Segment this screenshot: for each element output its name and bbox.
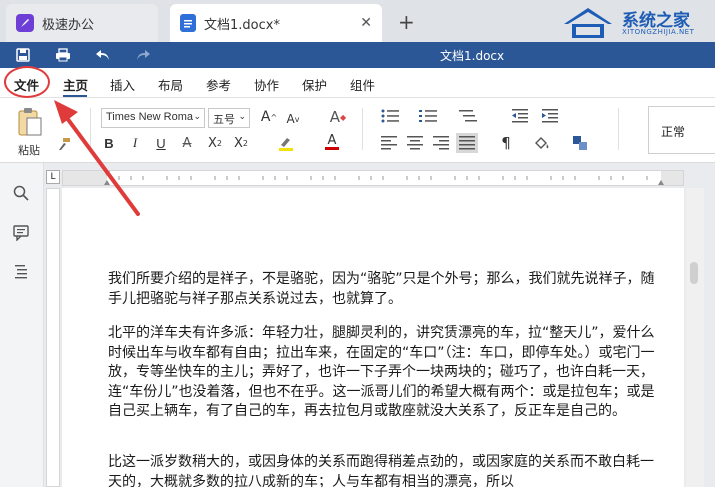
superscript-icon[interactable]: X2 — [206, 134, 224, 152]
justify-icon[interactable] — [456, 133, 478, 153]
tab-app-label: 极速办公 — [42, 17, 95, 33]
style-normal-label: 正常 — [661, 125, 686, 139]
watermark-house-icon — [564, 8, 612, 38]
tab-document-label: 文档1.docx* — [204, 17, 280, 33]
watermark-logo: 系统之家 XITONGZHIJIA.NET — [560, 2, 710, 42]
tab-stop-selector[interactable]: L — [46, 170, 60, 184]
bold-button[interactable]: B — [102, 134, 116, 152]
tab-document[interactable]: 文档1.docx* ✕ — [170, 4, 382, 42]
left-sidebar — [0, 163, 44, 487]
close-tab-icon[interactable]: ✕ — [360, 15, 372, 31]
borders-icon[interactable] — [570, 134, 590, 152]
menu-bar: 文件 主页 插入 布局 参考 协作 保护 组件 — [0, 68, 715, 98]
redo-icon[interactable] — [134, 46, 152, 64]
bullet-list-icon[interactable] — [378, 108, 402, 124]
font-color-icon[interactable]: A — [322, 132, 342, 152]
menu-collab[interactable]: 协作 — [254, 75, 279, 94]
new-tab-button[interactable]: + — [398, 10, 415, 34]
tab-app-home[interactable]: 极速办公 — [6, 4, 158, 42]
navigation-icon[interactable] — [13, 263, 31, 281]
app-rocket-icon — [16, 14, 34, 32]
font-name-select[interactable]: Times New Roma ⌄ — [101, 108, 205, 128]
paste-icon[interactable] — [14, 106, 46, 138]
title-bar: 文档1.docx — [0, 42, 715, 68]
font-size-select[interactable]: 五号 ⌄ — [208, 108, 250, 128]
decrease-indent-icon[interactable] — [510, 108, 530, 124]
shading-icon[interactable] — [532, 134, 552, 152]
menu-insert[interactable]: 插入 — [110, 75, 135, 94]
chevron-down-icon: ⌄ — [193, 111, 201, 121]
paragraph-mark-icon[interactable]: ¶ — [496, 134, 516, 152]
chevron-down-icon: ⌄ — [238, 111, 246, 121]
align-right-icon[interactable] — [432, 135, 450, 151]
font-name-value: Times New Roma — [106, 111, 193, 123]
scrollbar-thumb[interactable] — [690, 262, 698, 284]
menu-home[interactable]: 主页 — [63, 75, 88, 94]
paragraph-2[interactable]: 北平的洋车夫有许多派：年轻力壮，腿脚灵利的，讲究赁漂亮的车，拉“整天儿”，爱什么… — [108, 324, 664, 422]
align-center-icon[interactable] — [406, 135, 424, 151]
paragraph-1[interactable]: 我们所要介绍的是祥子，不是骆驼，因为“骆驼”只是个外号；那么，我们就先说祥子，随… — [108, 270, 664, 309]
style-normal-tile[interactable]: 正常 — [648, 106, 715, 154]
undo-icon[interactable] — [94, 46, 112, 64]
ribbon-separator — [90, 108, 91, 150]
menu-component[interactable]: 组件 — [350, 75, 375, 94]
highlight-color-icon[interactable] — [276, 134, 296, 152]
increase-indent-icon[interactable] — [540, 108, 560, 124]
underline-button[interactable]: U — [154, 134, 168, 152]
ruler-ticks — [63, 171, 683, 185]
watermark-url: XITONGZHIJIA.NET — [622, 28, 695, 36]
print-icon[interactable] — [54, 46, 72, 64]
horizontal-ruler[interactable] — [62, 170, 684, 186]
ribbon-separator — [618, 108, 619, 150]
save-icon[interactable] — [14, 46, 32, 64]
search-icon[interactable] — [13, 185, 31, 203]
tab-strip: 极速办公 文档1.docx* ✕ + 系统之家 XITONGZHIJIA.NET — [0, 0, 715, 42]
menu-protect[interactable]: 保护 — [302, 75, 327, 94]
ribbon-separator — [362, 108, 363, 150]
subscript-icon[interactable]: X2 — [232, 134, 250, 152]
multilevel-list-icon[interactable] — [456, 108, 480, 124]
vertical-ruler[interactable] — [46, 188, 60, 487]
format-painter-icon[interactable] — [56, 136, 72, 152]
ribbon-toolbar: 粘贴 Times New Roma ⌄ 五号 ⌄ A ^ Av A ◆ B I U … — [0, 98, 715, 163]
clear-format-icon[interactable]: A ◆ — [328, 107, 348, 127]
grow-font-icon[interactable]: A ^ — [260, 108, 278, 126]
numbered-list-icon[interactable] — [416, 108, 440, 124]
document-icon — [180, 14, 196, 32]
strikethrough-icon[interactable]: A — [180, 134, 194, 152]
paragraph-3[interactable]: 比这一派岁数稍大的，或因身体的关系而跑得稍差点劲的，或因家庭的关系而不敢白耗一天… — [108, 453, 664, 487]
vertical-scrollbar[interactable] — [686, 188, 704, 487]
shrink-font-icon[interactable]: Av — [284, 110, 302, 128]
align-left-icon[interactable] — [380, 135, 398, 151]
paste-label: 粘贴 — [18, 144, 40, 157]
active-tab-indicator — [63, 95, 87, 97]
menu-reference[interactable]: 参考 — [206, 75, 231, 94]
document-page[interactable]: 我们所要介绍的是祥子，不是骆驼，因为“骆驼”只是个外号；那么，我们就先说祥子，随… — [62, 188, 684, 487]
file-highlight-circle — [4, 66, 50, 98]
document-title: 文档1.docx — [440, 49, 505, 63]
font-size-value: 五号 — [213, 114, 235, 126]
italic-button[interactable]: I — [128, 134, 142, 152]
comment-icon[interactable] — [13, 225, 31, 243]
menu-layout[interactable]: 布局 — [158, 75, 183, 94]
